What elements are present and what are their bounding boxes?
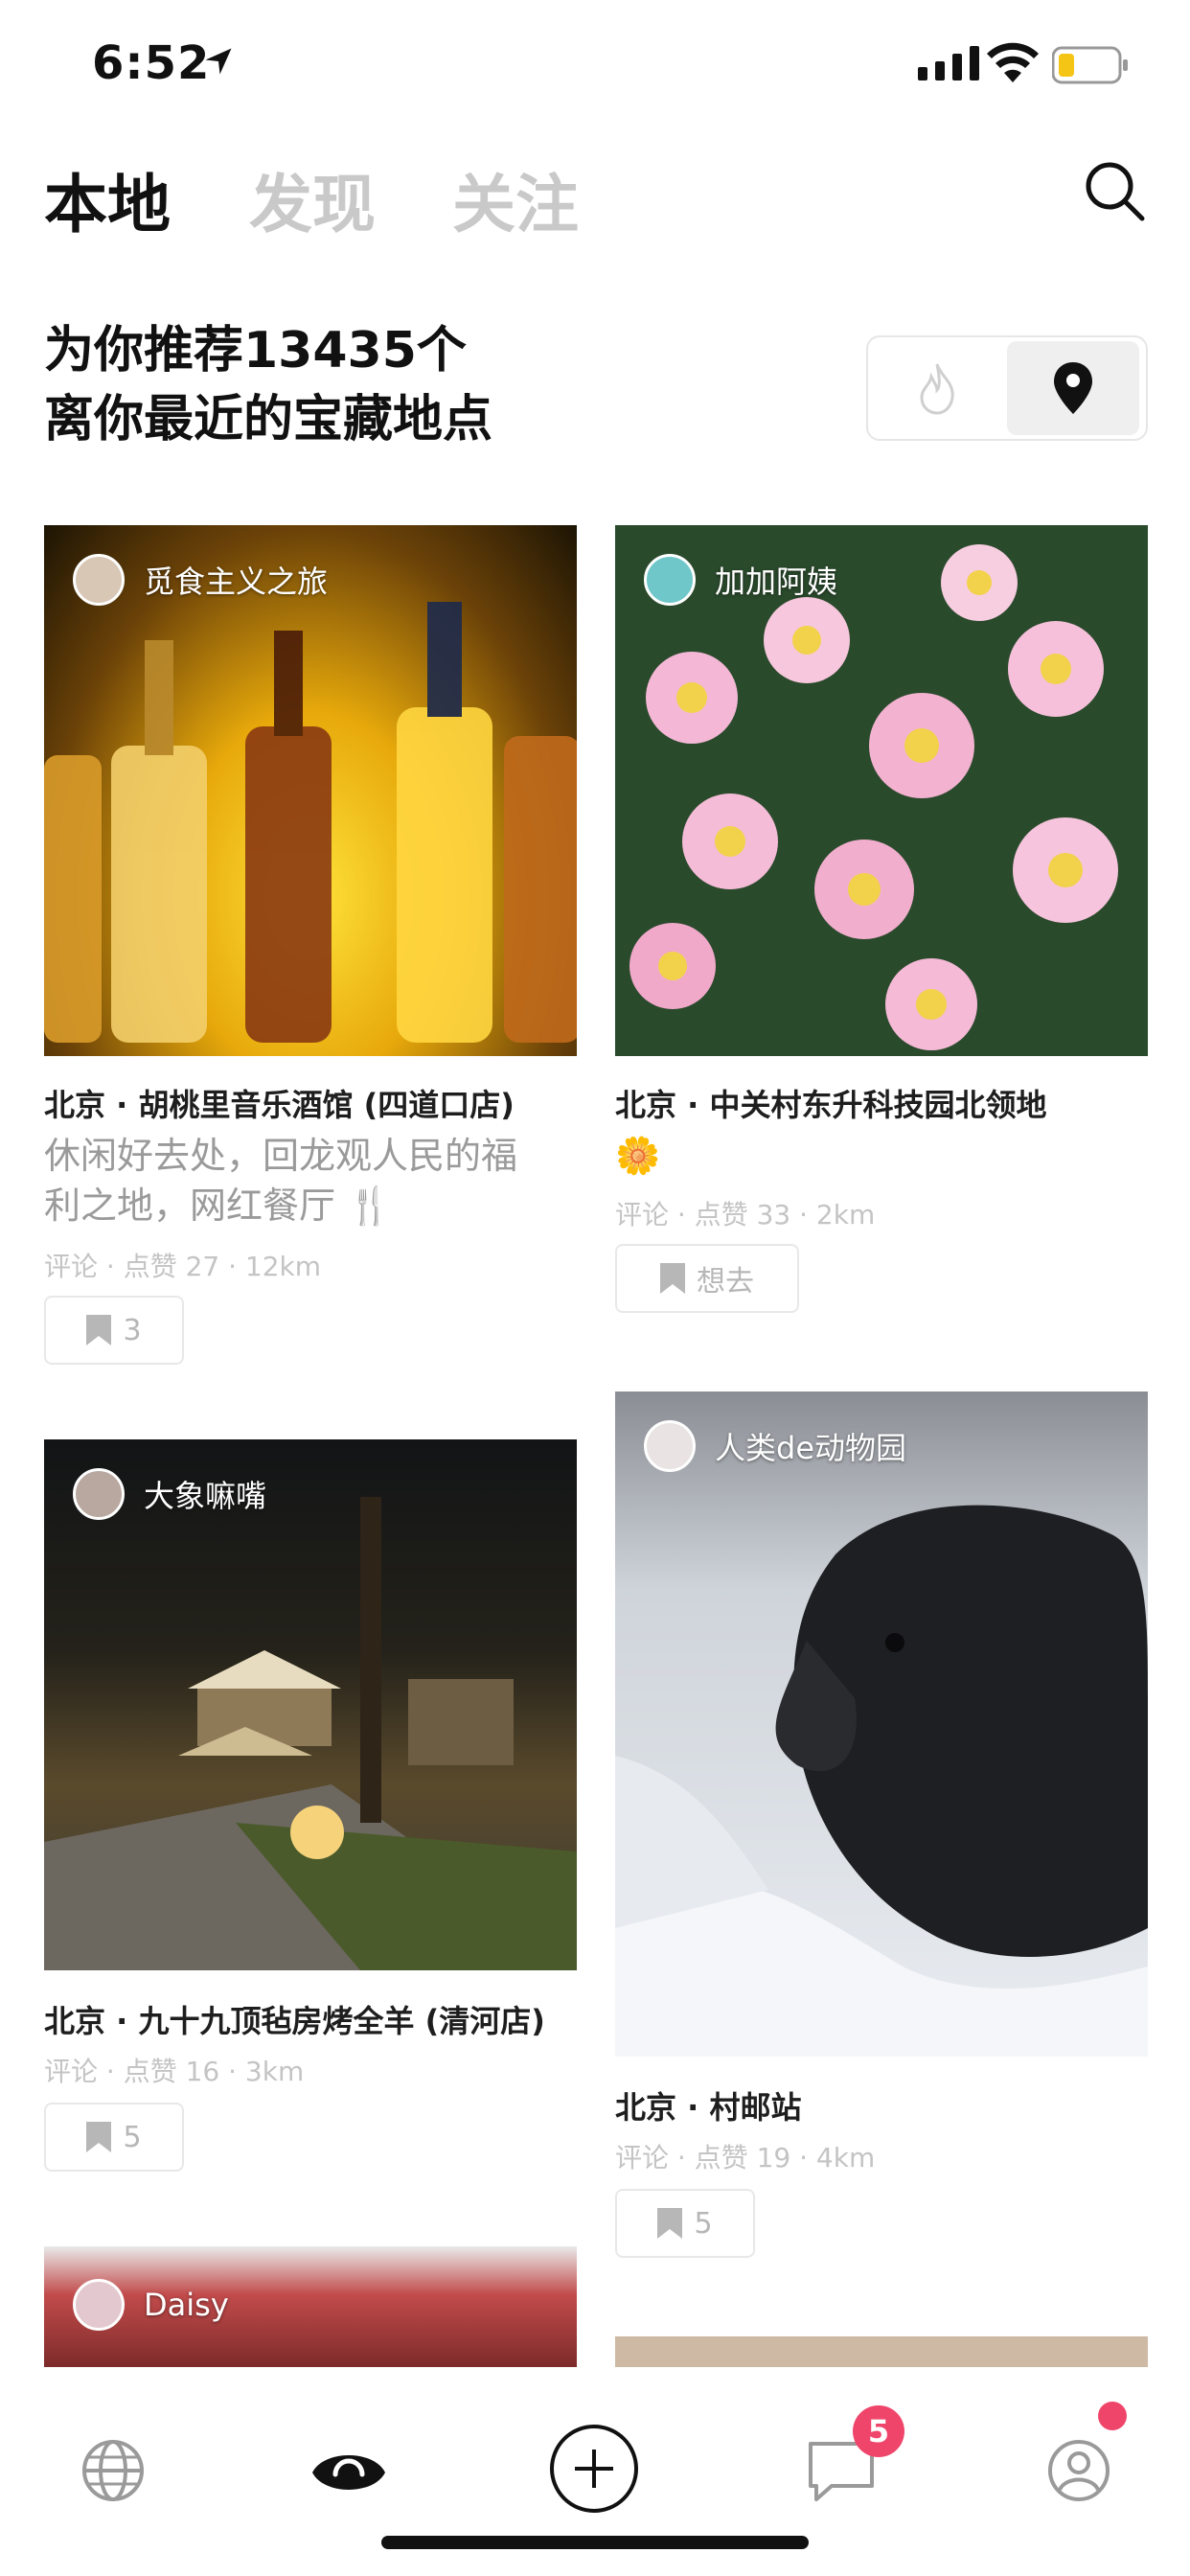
bookmark-icon — [86, 2122, 112, 2152]
card-meta: 评论 · 点赞 16 · 3km — [44, 2056, 305, 2087]
avatar[interactable] — [644, 554, 696, 606]
bookmark-icon — [660, 1263, 685, 1294]
place-title[interactable]: 北京 · 中关村东升科技园北领地 — [615, 1081, 1046, 1125]
author-name[interactable]: 大象嘛嘴 — [144, 1472, 266, 1516]
avatar[interactable] — [73, 554, 125, 606]
dog-in-snow-photo — [615, 1505, 1148, 2057]
avatar[interactable] — [644, 1420, 696, 1472]
card-description: 休闲好去处，回龙观人民的福 利之地，网红餐厅 🍴 — [44, 1131, 577, 1230]
battery-icon — [1052, 46, 1128, 84]
bookmark-icon — [657, 2208, 683, 2239]
card-meta: 评论 · 点赞 19 · 4km — [615, 2142, 876, 2174]
card-author[interactable]: Daisy — [73, 2279, 229, 2331]
eye-icon[interactable] — [310, 2432, 387, 2509]
avatar[interactable] — [73, 1468, 125, 1520]
status-time: 6:52 — [92, 36, 211, 90]
location-arrow-icon — [205, 48, 232, 75]
bookmark-icon — [86, 1315, 112, 1346]
save-label: 想去 — [697, 1265, 754, 1299]
card-image[interactable]: 加加阿姨 — [615, 525, 1148, 1056]
notification-dot — [1098, 2402, 1127, 2430]
card-image[interactable]: 大象嘛嘴 — [44, 1439, 577, 1970]
save-count: 3 — [123, 1313, 142, 1347]
home-indicator — [381, 2536, 809, 2549]
card-image[interactable]: 觅食主义之旅 — [44, 525, 577, 1056]
plus-icon[interactable] — [548, 2423, 640, 2515]
save-button[interactable]: 5 — [615, 2189, 755, 2258]
card-image[interactable] — [615, 2336, 1148, 2367]
profile-icon[interactable] — [1041, 2432, 1117, 2509]
card-meta: 评论 · 点赞 33 · 2km — [615, 1199, 876, 1230]
card-author[interactable]: 加加阿姨 — [644, 554, 837, 606]
card-image[interactable]: 人类de动物园 — [615, 1392, 1148, 2057]
globe-icon[interactable] — [75, 2432, 151, 2509]
flame-icon — [919, 363, 954, 415]
tab-local[interactable]: 本地 — [44, 153, 171, 245]
search-icon[interactable] — [1083, 159, 1146, 222]
headline-line1: 为你推荐13435个 — [44, 322, 467, 380]
recommendation-headline: 为你推荐13435个 离你最近的宝藏地点 — [44, 316, 492, 454]
place-title[interactable]: 北京 · 村邮站 — [615, 2083, 801, 2128]
place-title[interactable]: 北京 · 九十九顶毡房烤全羊 (清河店) — [44, 1997, 545, 2041]
save-button[interactable]: 5 — [44, 2103, 184, 2172]
nearby-sort-button[interactable] — [1007, 341, 1139, 435]
message-badge: 5 — [853, 2405, 904, 2457]
card-author[interactable]: 觅食主义之旅 — [73, 554, 328, 606]
save-count: 5 — [123, 2120, 142, 2154]
tab-discover[interactable]: 发现 — [249, 153, 376, 245]
place-title[interactable]: 北京 · 胡桃里音乐酒馆 (四道口店) — [44, 1081, 515, 1125]
author-name[interactable]: 觅食主义之旅 — [144, 558, 328, 602]
author-name[interactable]: 人类de动物园 — [715, 1424, 906, 1468]
wifi-icon — [987, 42, 1039, 82]
card-description: 🌼 — [615, 1135, 661, 1177]
hot-sort-button[interactable] — [868, 337, 1005, 439]
author-name[interactable]: 加加阿姨 — [715, 558, 837, 602]
card-meta: 评论 · 点赞 27 · 12km — [44, 1251, 322, 1282]
description-line: 休闲好去处，回龙观人民的福 — [44, 1135, 518, 1177]
description-line: 利之地，网红餐厅 🍴 — [44, 1184, 393, 1227]
save-count: 5 — [694, 2206, 713, 2241]
avatar[interactable] — [73, 2279, 125, 2331]
tab-follow[interactable]: 关注 — [452, 153, 579, 245]
want-to-go-button[interactable]: 想去 — [615, 1244, 799, 1313]
sort-toggle — [866, 335, 1148, 441]
card-author[interactable]: 人类de动物园 — [644, 1420, 906, 1472]
card-image[interactable]: Daisy — [44, 2246, 577, 2367]
signal-icon — [918, 46, 979, 80]
location-pin-icon — [1054, 362, 1092, 414]
card-author[interactable]: 大象嘛嘴 — [73, 1468, 266, 1520]
save-button[interactable]: 3 — [44, 1296, 184, 1365]
author-name[interactable]: Daisy — [144, 2287, 229, 2323]
headline-line2: 离你最近的宝藏地点 — [44, 391, 493, 448]
